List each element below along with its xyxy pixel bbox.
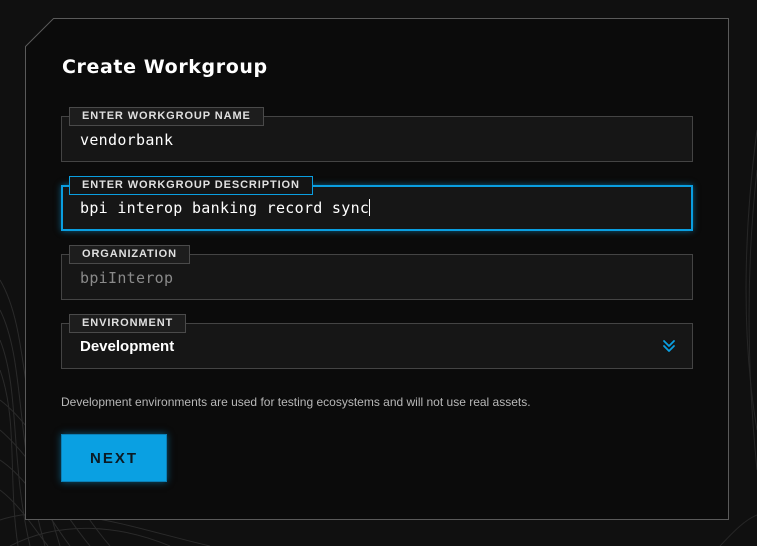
workgroup-description-input[interactable]: bpi interop banking record sync: [80, 199, 641, 219]
workgroup-description-label: ENTER WORKGROUP DESCRIPTION: [69, 176, 313, 195]
organization-label: ORGANIZATION: [69, 245, 190, 264]
workgroup-name-label: ENTER WORKGROUP NAME: [69, 107, 264, 126]
workgroup-description-value: bpi interop banking record sync: [80, 199, 370, 217]
environment-label: ENVIRONMENT: [69, 314, 187, 333]
organization-input: [80, 268, 642, 288]
environment-hint: Development environments are used for te…: [61, 395, 531, 409]
text-cursor: [369, 199, 371, 216]
workgroup-description-field[interactable]: ENTER WORKGROUP DESCRIPTION bpi interop …: [61, 176, 693, 231]
workgroup-name-field[interactable]: ENTER WORKGROUP NAME: [61, 107, 693, 162]
chevron-double-down-icon[interactable]: [662, 339, 676, 353]
dialog-title: Create Workgroup: [62, 56, 268, 78]
environment-select[interactable]: ENVIRONMENT Development: [61, 314, 693, 369]
workgroup-name-input[interactable]: [80, 130, 642, 150]
next-button[interactable]: NEXT: [61, 434, 167, 482]
environment-selected-value: Development: [80, 338, 175, 355]
organization-field: ORGANIZATION: [61, 245, 693, 300]
